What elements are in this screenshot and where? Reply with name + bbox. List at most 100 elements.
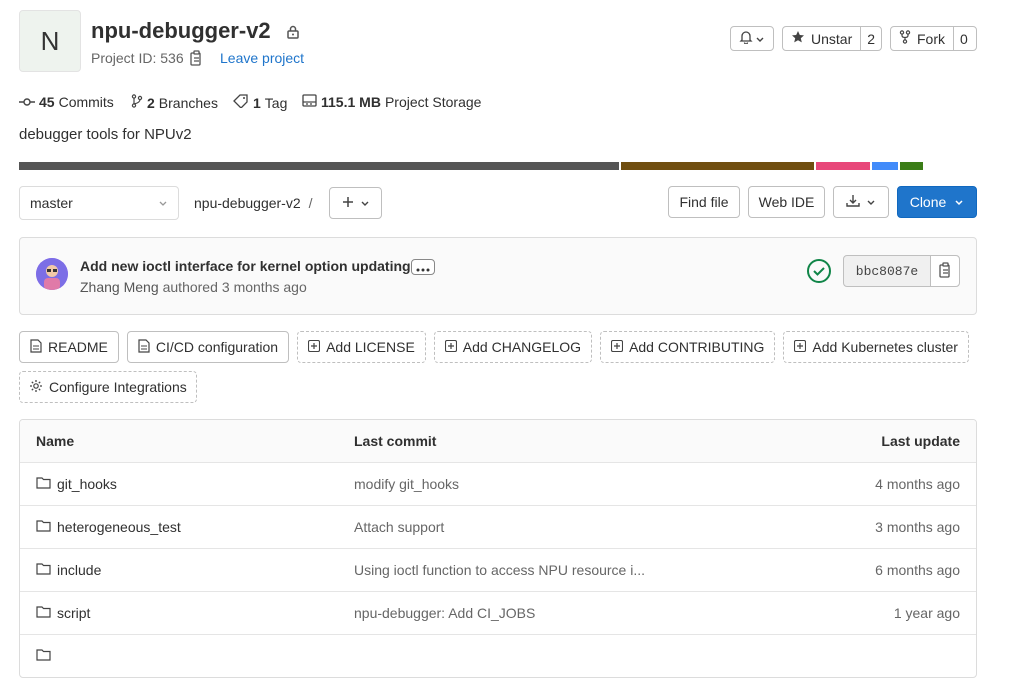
lock-icon xyxy=(286,25,300,42)
last-commit-panel: Add new ioctl interface for kernel optio… xyxy=(19,237,977,315)
author-avatar[interactable] xyxy=(36,258,68,290)
cicd-config-button[interactable]: CI/CD configuration xyxy=(126,331,290,363)
storage-link[interactable]: 115.1 MB Project Storage xyxy=(302,94,481,110)
language-segment[interactable] xyxy=(900,162,923,170)
tags-link[interactable]: 1 Tag xyxy=(233,94,287,111)
project-id: Project ID: 536 xyxy=(91,50,184,66)
project-title[interactable]: npu-debugger-v2 xyxy=(91,18,271,44)
file-name[interactable]: script xyxy=(57,605,90,621)
language-segment[interactable] xyxy=(872,162,898,170)
file-last-commit[interactable]: Attach support xyxy=(354,519,444,535)
chevron-down-icon xyxy=(158,195,168,211)
table-row[interactable]: heterogeneous_test Attach support 3 mont… xyxy=(20,505,976,548)
configure-integrations-button[interactable]: Configure Integrations xyxy=(19,371,197,403)
add-contributing-label: Add CONTRIBUTING xyxy=(629,339,765,355)
fork-button[interactable]: Fork 0 xyxy=(890,26,977,51)
clone-button[interactable]: Clone xyxy=(897,186,977,218)
gear-icon xyxy=(29,379,43,396)
bell-icon xyxy=(739,30,753,47)
project-avatar-letter: N xyxy=(40,25,60,56)
branch-icon xyxy=(131,94,143,111)
star-count[interactable]: 2 xyxy=(860,27,881,50)
file-name[interactable]: git_hooks xyxy=(57,476,117,492)
folder-icon xyxy=(36,519,51,535)
readme-label: README xyxy=(48,339,108,355)
plus-square-icon xyxy=(794,339,807,355)
language-bar[interactable] xyxy=(19,162,925,170)
commit-author[interactable]: Zhang Meng xyxy=(80,279,159,295)
file-last-update: 3 months ago xyxy=(875,519,960,535)
readme-button[interactable]: README xyxy=(19,331,119,363)
web-ide-button[interactable]: Web IDE xyxy=(748,186,825,218)
chevron-down-icon xyxy=(755,31,765,47)
storage-icon xyxy=(302,94,317,110)
language-segment[interactable] xyxy=(621,162,814,170)
pipeline-passed-icon[interactable] xyxy=(806,258,832,287)
project-avatar: N xyxy=(19,10,81,72)
folder-icon xyxy=(36,562,51,578)
header-last-update: Last update xyxy=(881,433,960,449)
file-name[interactable]: include xyxy=(57,562,101,578)
find-file-button[interactable]: Find file xyxy=(668,186,740,218)
file-last-commit[interactable]: modify git_hooks xyxy=(354,476,459,492)
header-last-commit: Last commit xyxy=(354,433,437,449)
add-kubernetes-label: Add Kubernetes cluster xyxy=(812,339,958,355)
chevron-down-icon xyxy=(360,195,370,211)
tags-label: Tag xyxy=(264,94,288,111)
fork-count[interactable]: 0 xyxy=(953,27,974,50)
download-button[interactable] xyxy=(833,186,889,218)
unstar-label: Unstar xyxy=(811,30,853,47)
copy-sha-button[interactable] xyxy=(931,256,959,286)
table-row[interactable]: include Using ioctl function to access N… xyxy=(20,548,976,591)
ellipsis-icon xyxy=(416,259,430,275)
branch-selector[interactable]: master xyxy=(19,186,179,220)
add-kubernetes-button[interactable]: Add Kubernetes cluster xyxy=(783,331,969,363)
expand-commit-button[interactable] xyxy=(411,259,435,275)
branch-name: master xyxy=(30,195,73,211)
commit-sha[interactable]: bbc8087e xyxy=(844,256,931,286)
star-icon xyxy=(791,30,805,47)
branches-link[interactable]: 2 Branches xyxy=(131,94,218,111)
project-description: debugger tools for NPUv2 xyxy=(19,126,192,143)
leave-project-link[interactable]: Leave project xyxy=(220,50,304,66)
breadcrumb-project[interactable]: npu-debugger-v2 xyxy=(194,195,301,211)
file-last-commit[interactable]: Using ioctl function to access NPU resou… xyxy=(354,562,645,578)
branches-count: 2 xyxy=(147,94,155,111)
add-changelog-button[interactable]: Add CHANGELOG xyxy=(433,331,593,363)
commit-message[interactable]: Add new ioctl interface for kernel optio… xyxy=(80,258,414,274)
copy-icon xyxy=(938,261,952,281)
file-table: Name Last commit Last update git_hooks m… xyxy=(19,419,977,678)
file-last-commit[interactable]: npu-debugger: Add CI_JOBS xyxy=(354,605,535,621)
add-dropdown-button[interactable] xyxy=(329,187,382,219)
fork-label: Fork xyxy=(917,30,945,47)
plus-square-icon xyxy=(308,339,321,355)
table-header: Name Last commit Last update xyxy=(20,420,976,462)
quick-links: README CI/CD configuration Add LICENSE A… xyxy=(19,331,979,403)
unstar-button[interactable]: Unstar 2 xyxy=(782,26,882,51)
file-name[interactable]: heterogeneous_test xyxy=(57,519,181,535)
add-changelog-label: Add CHANGELOG xyxy=(462,339,582,355)
language-segment[interactable] xyxy=(816,162,870,170)
add-license-label: Add LICENSE xyxy=(326,339,415,355)
commit-authored-text: authored xyxy=(162,279,218,295)
table-row[interactable]: script npu-debugger: Add CI_JOBS 1 year … xyxy=(20,591,976,634)
breadcrumb-separator: / xyxy=(308,195,313,211)
copy-icon[interactable] xyxy=(189,50,203,69)
document-icon xyxy=(138,338,150,356)
notification-button[interactable] xyxy=(730,26,774,51)
download-icon xyxy=(846,194,860,211)
table-row[interactable]: git_hooks modify git_hooks 4 months ago xyxy=(20,462,976,505)
fork-icon xyxy=(899,30,911,47)
document-icon xyxy=(30,338,42,356)
commits-label: Commits xyxy=(58,94,114,110)
add-license-button[interactable]: Add LICENSE xyxy=(297,331,426,363)
table-row-partial[interactable] xyxy=(20,634,976,677)
commits-link[interactable]: 45 Commits xyxy=(19,94,114,110)
tags-count: 1 xyxy=(253,94,261,111)
language-segment[interactable] xyxy=(19,162,619,170)
plus-icon xyxy=(342,195,354,211)
add-contributing-button[interactable]: Add CONTRIBUTING xyxy=(600,331,776,363)
cicd-config-label: CI/CD configuration xyxy=(155,339,279,355)
plus-square-icon xyxy=(444,339,457,355)
folder-icon xyxy=(36,605,51,621)
